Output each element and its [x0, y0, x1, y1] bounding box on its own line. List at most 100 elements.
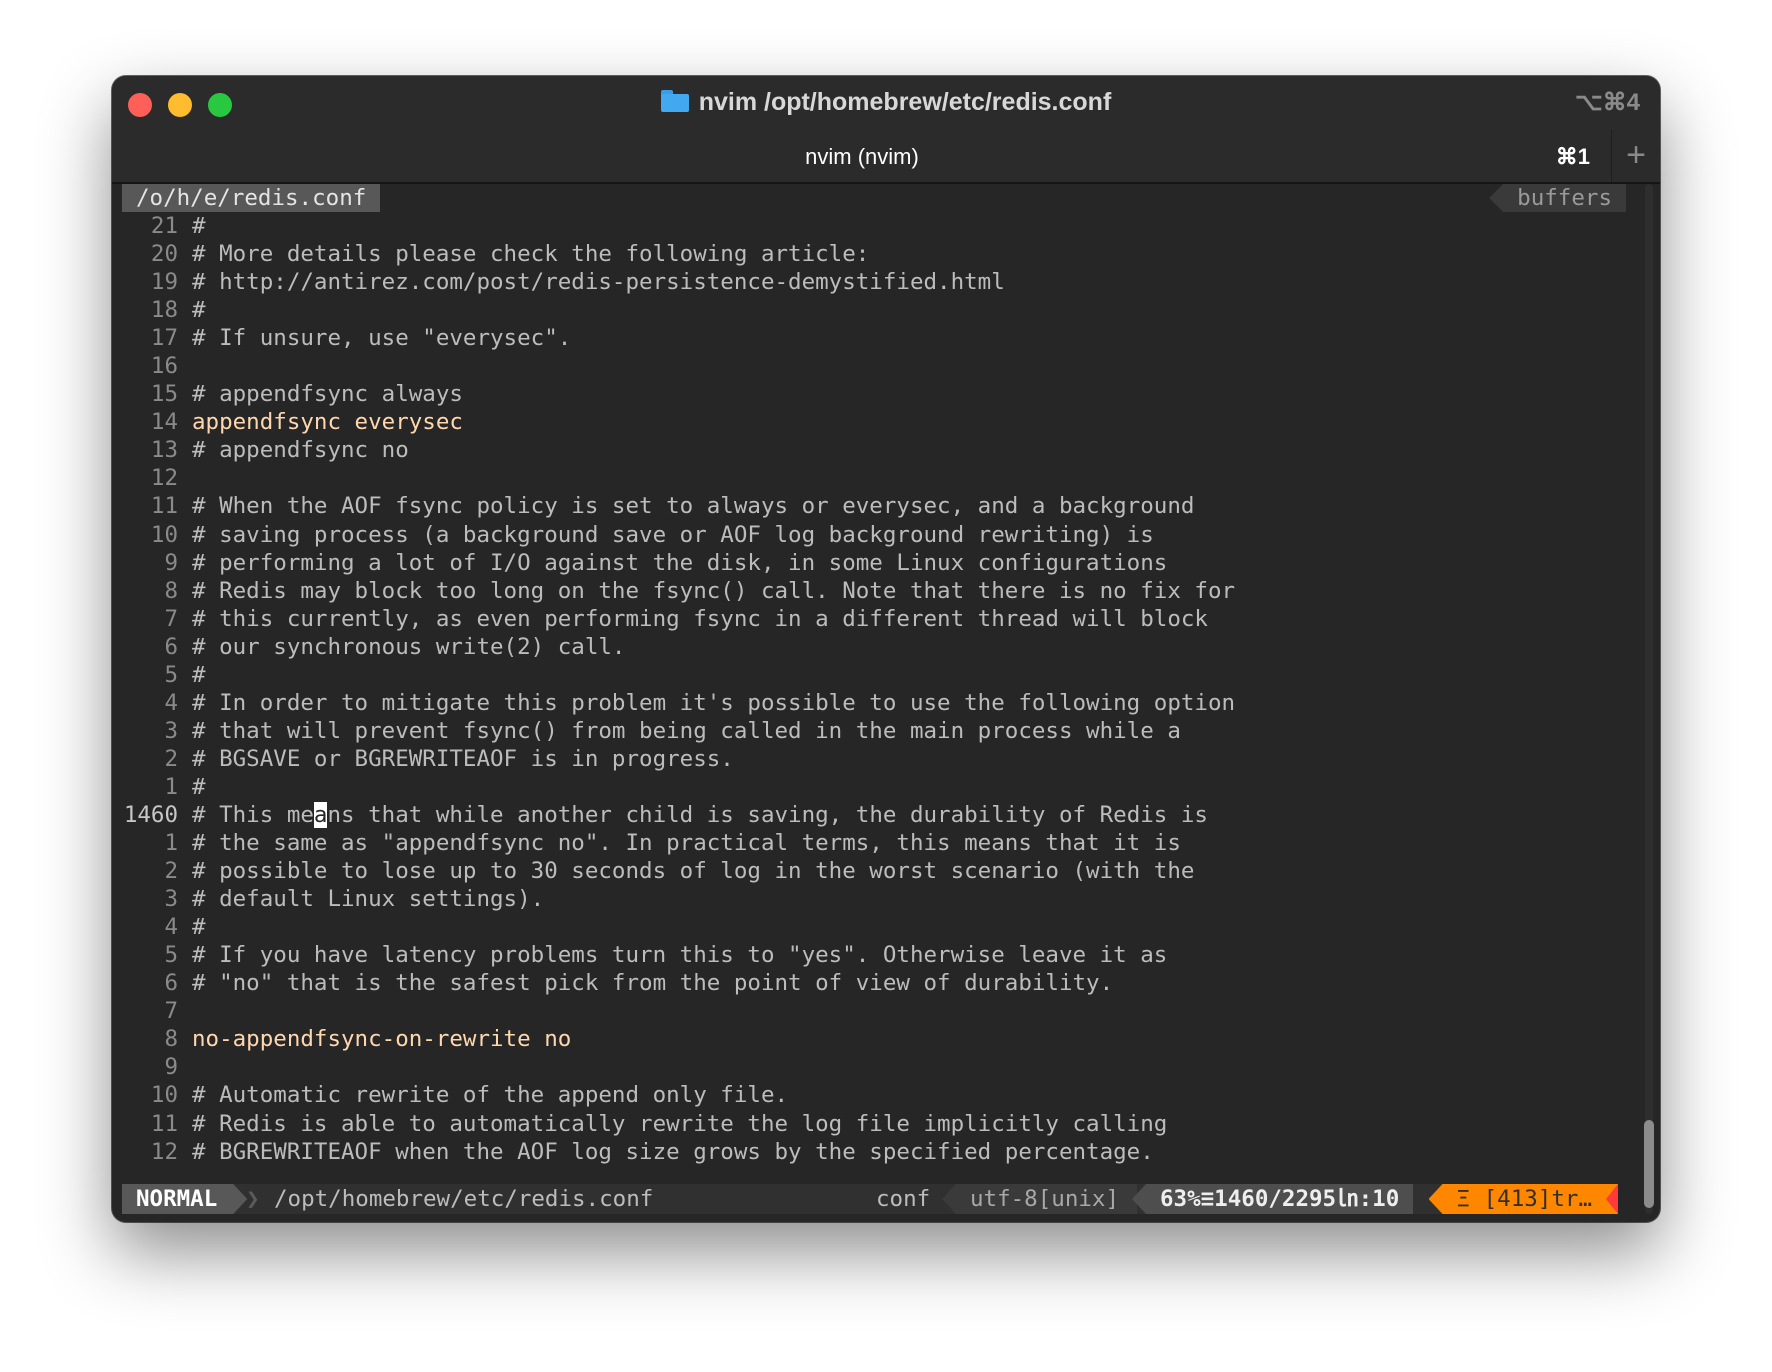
status-line: NORMAL ❯ /opt/homebrew/etc/redis.conf co…	[122, 1184, 1618, 1214]
editor-line[interactable]: 2 # possible to lose up to 30 seconds of …	[122, 857, 1626, 885]
tab-bar: nvim (nvim) ⌘1 +	[112, 130, 1660, 184]
editor-line[interactable]: 4 #	[122, 913, 1626, 941]
line-number: 15	[150, 381, 178, 408]
tab-shortcut: ⌘1	[1555, 144, 1590, 169]
editor-line[interactable]: 10 # saving process (a background save or…	[122, 521, 1626, 549]
editor-line[interactable]: 7 # this currently, as even performing fs…	[122, 605, 1626, 633]
trailing-whitespace-warning: Ξ [413]tr…	[1428, 1184, 1618, 1214]
line-number: 3	[164, 717, 178, 744]
editor-line[interactable]: 8 no-appendfsync-on-rewrite no	[122, 1025, 1626, 1053]
line-number: 6	[164, 970, 178, 997]
line-text: # saving process (a background save or A…	[192, 521, 1154, 548]
line-text: # possible to lose up to 30 seconds of l…	[192, 858, 1195, 885]
line-number: 13	[150, 437, 178, 464]
editor-line[interactable]: 12 # BGREWRITEAOF when the AOF log size g…	[122, 1138, 1626, 1166]
line-number: 17	[150, 325, 178, 352]
filetype: conf	[876, 1186, 931, 1212]
line-text: # default Linux settings).	[192, 886, 545, 913]
line-text: no-appendfsync-on-rewrite no	[192, 1026, 572, 1053]
line-number: 9	[164, 1054, 178, 1081]
editor-line[interactable]: 11 # Redis is able to automatically rewri…	[122, 1110, 1626, 1138]
line-text: # performing a lot of I/O against the di…	[192, 549, 1168, 576]
line-number: 14	[150, 409, 178, 436]
editor-line[interactable]: 1 #	[122, 773, 1626, 801]
editor-line[interactable]: 19 # http://antirez.com/post/redis-persis…	[122, 268, 1626, 296]
editor-line[interactable]: 20 # More details please check the follow…	[122, 240, 1626, 268]
editor-line[interactable]: 1 # the same as "appendfsync no". In prac…	[122, 829, 1626, 857]
line-number: 11	[150, 1110, 178, 1137]
line-text: # BGSAVE or BGREWRITEAOF is in progress.	[192, 745, 734, 772]
editor-line[interactable]: 10 # Automatic rewrite of the append only…	[122, 1081, 1626, 1109]
line-text: # If you have latency problems turn this…	[192, 942, 1168, 969]
editor-line[interactable]: 13 # appendfsync no	[122, 436, 1626, 464]
buffer-line: /o/h/e/redis.conf buffers	[122, 184, 1626, 212]
line-number: 18	[150, 297, 178, 324]
editor-line[interactable]: 6 # "no" that is the safest pick from the…	[122, 969, 1626, 997]
nvim-editor[interactable]: /o/h/e/redis.conf buffers 21 #20 # More de…	[122, 184, 1626, 1214]
line-number: 8	[164, 1026, 178, 1053]
editor-line[interactable]: 3 # that will prevent fsync() from being …	[122, 717, 1626, 745]
line-number: 21	[150, 213, 178, 239]
folder-icon	[660, 90, 689, 112]
editor-line[interactable]: 15 # appendfsync always	[122, 380, 1626, 408]
line-text: # Redis is able to automatically rewrite…	[192, 1110, 1168, 1137]
line-number: 2	[164, 745, 178, 772]
line-text: # appendfsync always	[192, 381, 463, 408]
editor-line[interactable]: 16	[122, 352, 1626, 380]
cursor-position: 63%≡1460/2295㏑:10	[1132, 1184, 1414, 1214]
scrollbar[interactable]	[1642, 184, 1656, 1214]
editor-line[interactable]: 9 # performing a lot of I/O against the d…	[122, 549, 1626, 577]
window-title-text: nvim /opt/homebrew/etc/redis.conf	[698, 88, 1112, 116]
line-text: # When the AOF fsync policy is set to al…	[192, 493, 1195, 520]
line-number: 9	[164, 549, 178, 576]
tab-label: nvim (nvim)	[805, 144, 919, 169]
editor-line[interactable]: 7	[122, 997, 1626, 1025]
line-number: 11	[150, 493, 178, 520]
line-text: # This means that while another child is…	[192, 801, 1208, 828]
line-number: 5	[164, 942, 178, 969]
line-number: 12	[150, 1138, 178, 1165]
line-number: 4	[164, 914, 178, 941]
line-text: #	[192, 773, 206, 800]
editor-line[interactable]: 2 # BGSAVE or BGREWRITEAOF is in progress…	[122, 745, 1626, 773]
line-number: 7	[164, 998, 178, 1025]
line-text: # If unsure, use "everysec".	[192, 325, 572, 352]
line-number: 6	[164, 633, 178, 660]
line-text: # this currently, as even performing fsy…	[192, 605, 1208, 632]
line-text: #	[192, 297, 206, 324]
line-number: 2	[164, 858, 178, 885]
editor-line[interactable]: 14 appendfsync everysec	[122, 408, 1626, 436]
line-number: 1	[164, 773, 178, 800]
line-number: 1	[164, 830, 178, 857]
line-number: 8	[164, 577, 178, 604]
line-number: 7	[164, 605, 178, 632]
editor-line[interactable]: 8 # Redis may block too long on the fsync…	[122, 577, 1626, 605]
editor-line[interactable]: 5 #	[122, 661, 1626, 689]
scrollbar-thumb[interactable]	[1644, 1120, 1654, 1208]
editor-line[interactable]: 21 #	[122, 212, 1626, 240]
editor-line[interactable]: 18 #	[122, 296, 1626, 324]
line-text: # that will prevent fsync() from being c…	[192, 717, 1181, 744]
editor-line[interactable]: 17 # If unsure, use "everysec".	[122, 324, 1626, 352]
editor-line[interactable]: 4 # In order to mitigate this problem it'…	[122, 689, 1626, 717]
editor-line[interactable]: 3 # default Linux settings).	[122, 885, 1626, 913]
buffer-tab-redis-conf[interactable]: /o/h/e/redis.conf	[122, 184, 381, 212]
editor-line[interactable]: 5 # If you have latency problems turn thi…	[122, 941, 1626, 969]
tab-nvim[interactable]: nvim (nvim) ⌘1	[112, 130, 1612, 182]
editor-line[interactable]: 6 # our synchronous write(2) call.	[122, 633, 1626, 661]
editor-line[interactable]: 12	[122, 464, 1626, 492]
line-text: # BGREWRITEAOF when the AOF log size gro…	[192, 1138, 1154, 1165]
encoding: utf-8[unix]	[942, 1184, 1138, 1214]
editor-line[interactable]: 11 # When the AOF fsync policy is set to …	[122, 492, 1626, 520]
window-title: nvim /opt/homebrew/etc/redis.conf	[112, 88, 1660, 117]
line-text: # More details please check the followin…	[192, 241, 870, 268]
editor-line[interactable]: 1460 # This means that while another chil…	[122, 801, 1626, 829]
editor-text-area[interactable]: 21 #20 # More details please check the fol…	[122, 212, 1626, 1166]
line-text: # Redis may block too long on the fsync(…	[192, 577, 1236, 604]
line-text: #	[192, 213, 206, 239]
line-text: # the same as "appendfsync no". In pract…	[192, 830, 1181, 857]
line-number: 5	[164, 661, 178, 688]
new-tab-button[interactable]: +	[1611, 130, 1660, 182]
line-text: # appendfsync no	[192, 437, 409, 464]
editor-line[interactable]: 9	[122, 1053, 1626, 1081]
